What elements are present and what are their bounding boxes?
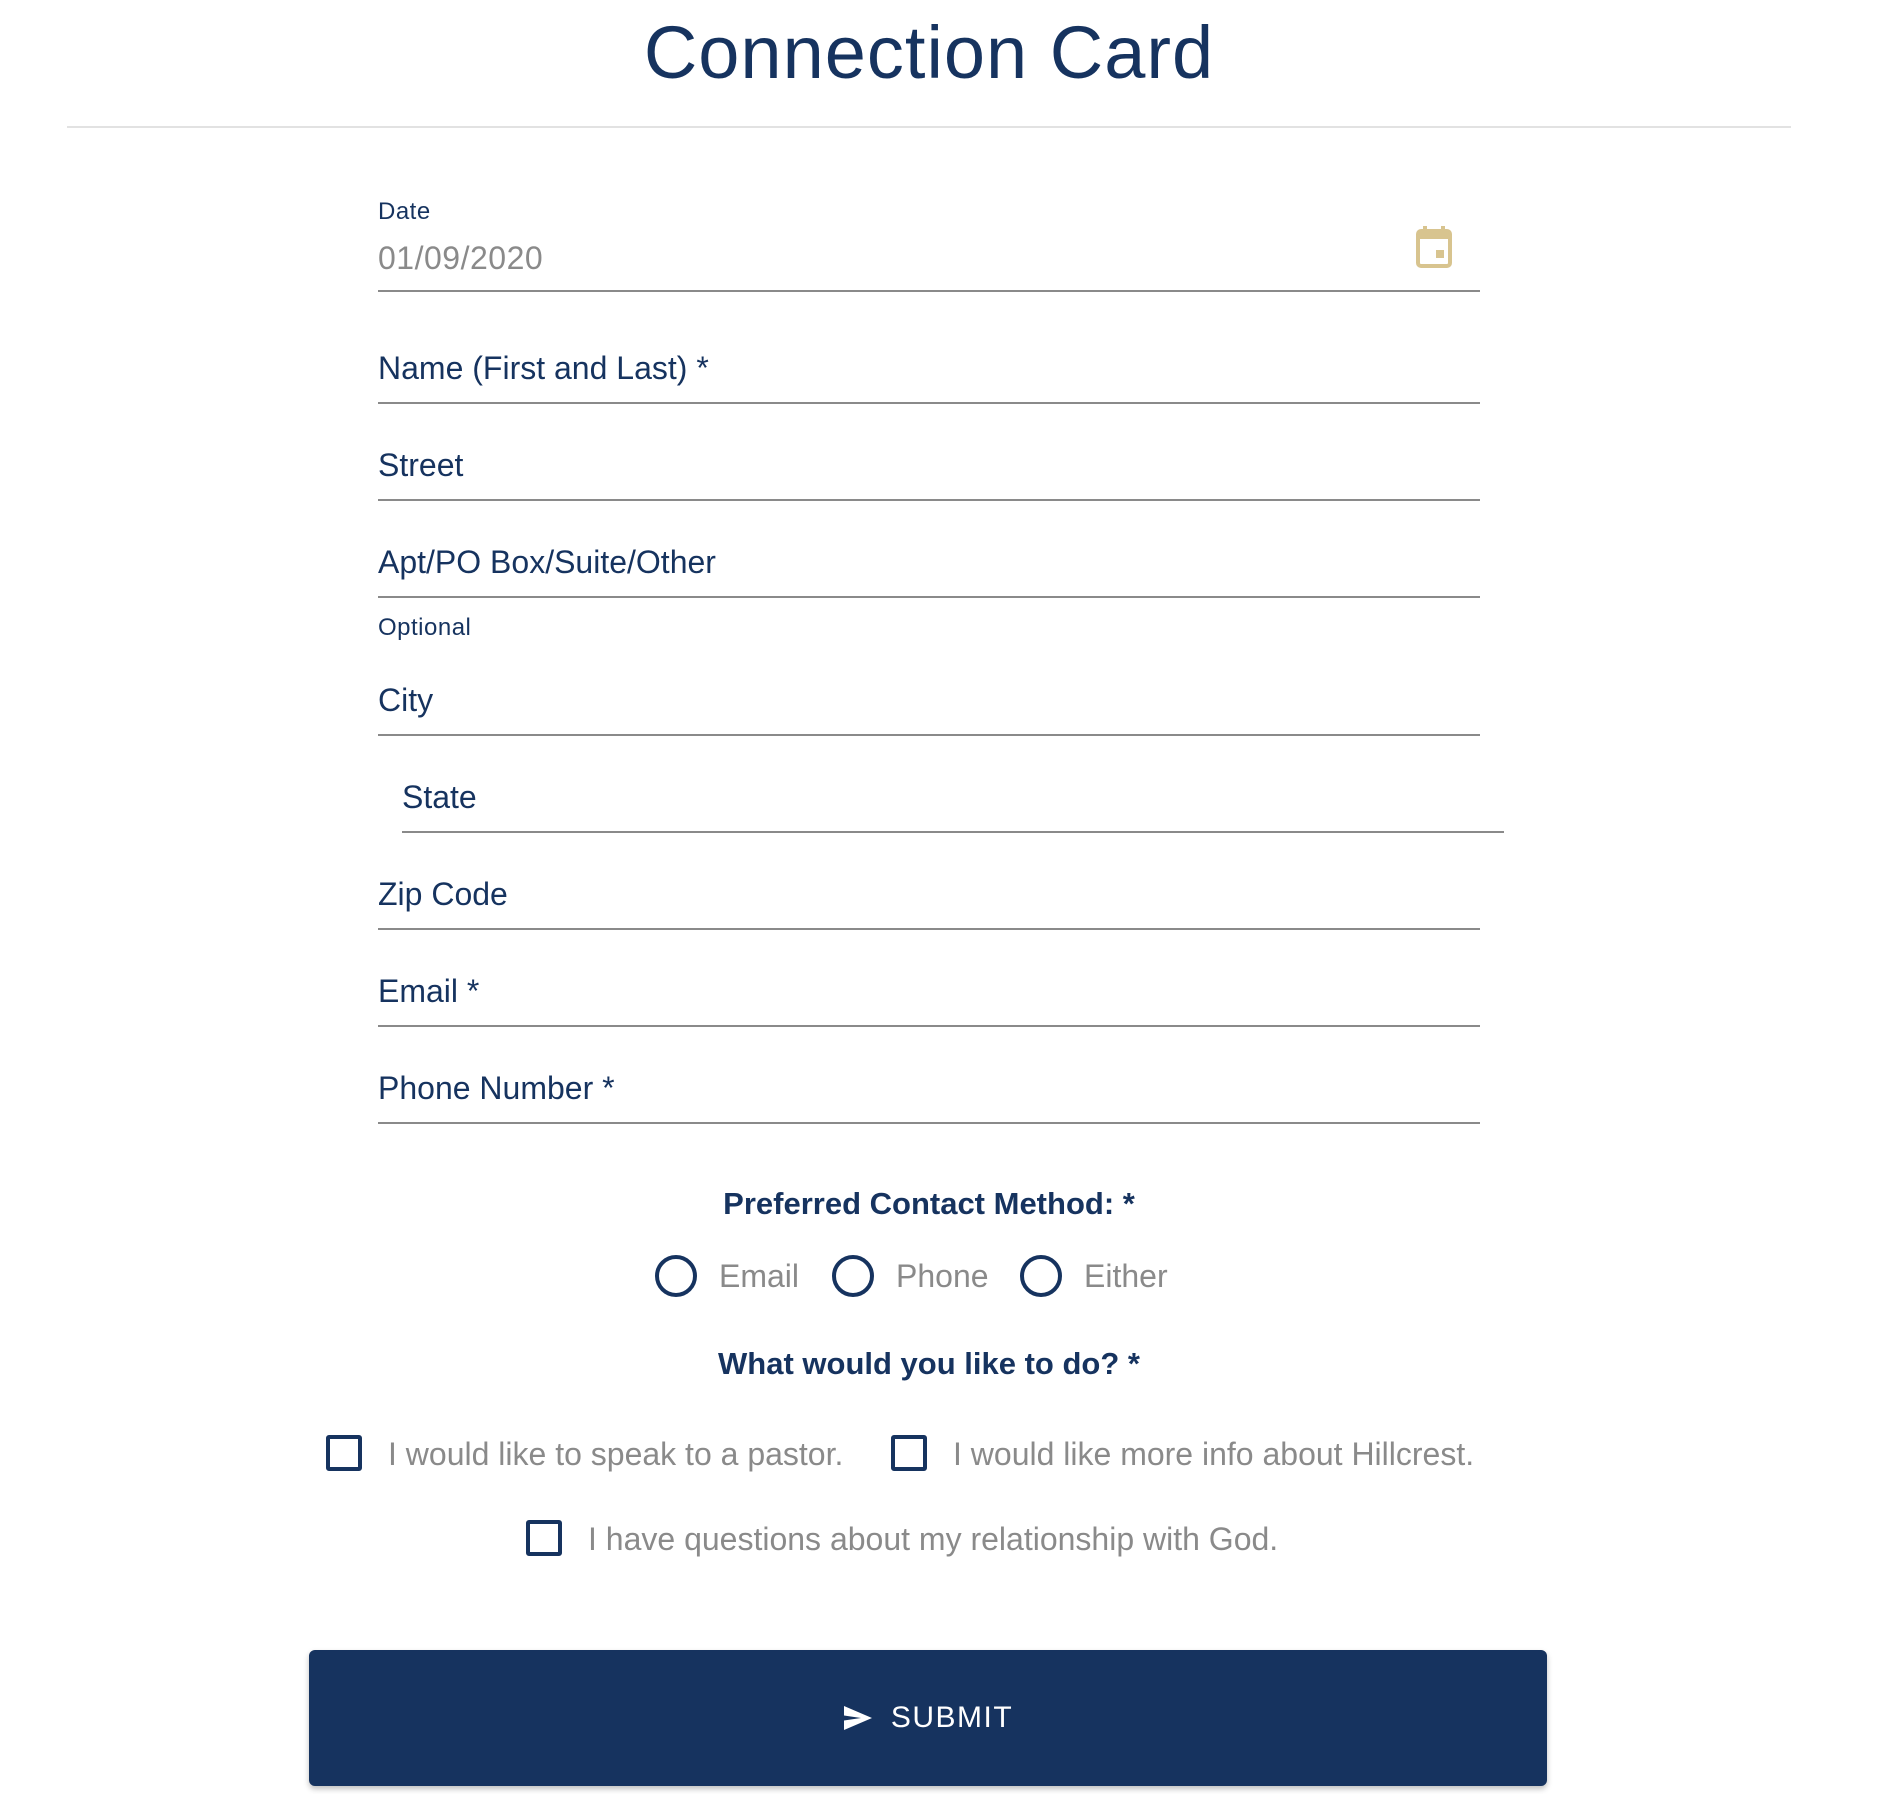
calendar-icon[interactable] [1416,226,1452,268]
radio-phone-circle[interactable] [832,1255,874,1297]
send-icon [843,1706,872,1730]
checkbox-speak-to-pastor-label: I would like to speak to a pastor. [388,1436,844,1472]
state-field[interactable]: State [402,769,1504,833]
zip-label: Zip Code [378,876,508,912]
radio-either-circle[interactable] [1020,1255,1062,1297]
email-label: Email * [378,973,480,1009]
street-field[interactable]: Street [378,437,1480,501]
checkbox-relationship-questions-box[interactable] [526,1520,562,1556]
date-underline [378,290,1480,292]
checkbox-more-info[interactable]: I would like more info about Hillcrest. [891,1432,1511,1478]
checkbox-more-info-label: I would like more info about Hillcrest. [953,1436,1475,1472]
apt-field[interactable]: Apt/PO Box/Suite/Other [378,534,1480,598]
radio-email-circle[interactable] [655,1255,697,1297]
state-underline [402,831,1504,833]
actions-heading: What would you like to do? * [718,1346,1140,1381]
date-field[interactable]: Date 01/09/2020 [378,190,1480,292]
date-value[interactable]: 01/09/2020 [378,240,543,277]
city-label: City [378,682,434,718]
apt-underline [378,596,1480,598]
zip-field[interactable]: Zip Code [378,866,1480,930]
checkbox-relationship-questions[interactable]: I have questions about my relationship w… [526,1517,1326,1563]
phone-underline [378,1122,1480,1124]
checkbox-more-info-box[interactable] [891,1435,927,1471]
name-field[interactable]: Name (First and Last) * [378,340,1480,404]
radio-phone-label: Phone [896,1258,989,1294]
city-underline [378,734,1480,736]
name-underline [378,402,1480,404]
phone-field[interactable]: Phone Number * [378,1060,1480,1124]
checkbox-speak-to-pastor-box[interactable] [326,1435,362,1471]
email-field[interactable]: Email * [378,963,1480,1027]
phone-label: Phone Number * [378,1070,615,1106]
checkbox-relationship-questions-label: I have questions about my relationship w… [588,1521,1279,1557]
radio-either[interactable]: Either [1020,1254,1180,1300]
city-field[interactable]: City [378,672,1480,736]
apt-hint: Optional [378,614,472,641]
radio-either-label: Either [1084,1258,1168,1294]
page-title: Connection Card [643,11,1215,94]
radio-email-label: Email [719,1258,800,1294]
title-divider [67,126,1791,128]
street-label: Street [378,447,464,483]
apt-label: Apt/PO Box/Suite/Other [378,544,716,580]
state-label: State [402,779,477,815]
zip-underline [378,928,1480,930]
submit-label: SUBMIT [890,1701,1014,1734]
email-underline [378,1025,1480,1027]
name-label: Name (First and Last) * [378,350,709,386]
date-label: Date [378,198,431,225]
submit-button[interactable]: SUBMIT [309,1650,1547,1786]
radio-email[interactable]: Email [655,1254,805,1300]
submit-button-content: SUBMIT [309,1650,1547,1786]
street-underline [378,499,1480,501]
checkbox-speak-to-pastor[interactable]: I would like to speak to a pastor. [326,1432,866,1478]
radio-phone[interactable]: Phone [832,1254,992,1300]
contact-method-heading: Preferred Contact Method: * [723,1186,1135,1221]
